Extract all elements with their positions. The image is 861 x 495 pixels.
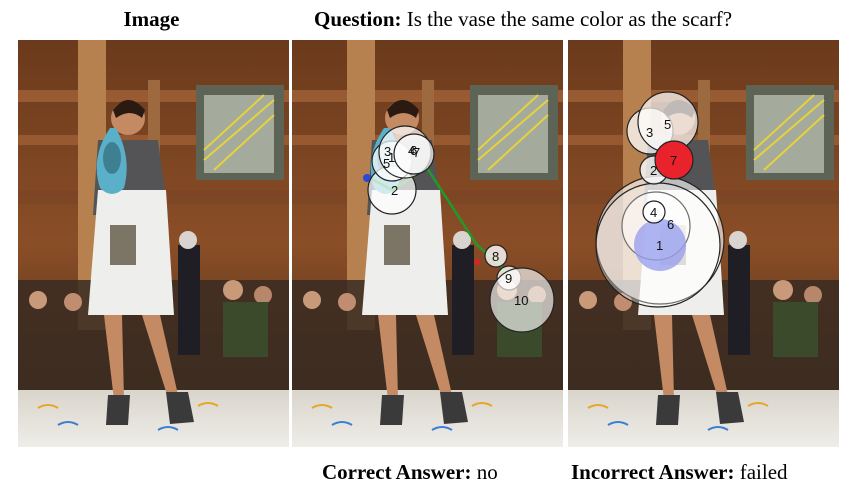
incorrect-answer-value: failed xyxy=(734,460,788,484)
question-label: Question: xyxy=(314,7,402,31)
glimpse-label-7: 7 xyxy=(413,145,420,160)
question-heading: Question: Is the vase the same color as … xyxy=(314,6,732,32)
scene-photo xyxy=(18,40,289,447)
attention-panel-correct: 1 2 3 4 5 6 7 8 9 10 xyxy=(292,40,563,447)
correct-answer-value: no xyxy=(471,460,498,484)
glimpse-label-5: 5 xyxy=(383,156,390,171)
glimpse-label-8: 8 xyxy=(492,249,499,264)
incorrect-answer-label: Incorrect Answer: xyxy=(571,460,735,484)
incorrect-answer-caption: Incorrect Answer: failed xyxy=(571,459,788,485)
question-text: Is the vase the same color as the scarf? xyxy=(401,7,733,31)
glimpse-label-9: 9 xyxy=(505,271,512,286)
glimpse-label-3: 3 xyxy=(646,125,653,140)
glimpse-label-4: 4 xyxy=(650,205,657,220)
glimpse-label-6: 6 xyxy=(667,217,674,232)
scene-photo-with-attention-incorrect: 1 2 3 4 5 6 7 xyxy=(568,40,839,447)
glimpse-label-2: 2 xyxy=(650,163,657,178)
glimpse-label-5: 5 xyxy=(664,117,671,132)
glimpse-label-10: 10 xyxy=(514,293,528,308)
correct-answer-label: Correct Answer: xyxy=(322,460,472,484)
path-end-marker xyxy=(474,259,480,265)
correct-answer-caption: Correct Answer: no xyxy=(322,459,498,485)
image-column-title: Image xyxy=(123,7,180,31)
original-image-panel xyxy=(18,40,289,447)
scene-photo-with-attention: 1 2 3 4 5 6 7 8 9 10 xyxy=(292,40,563,447)
glimpse-label-2: 2 xyxy=(391,183,398,198)
glimpse-label-7: 7 xyxy=(670,153,677,168)
attention-panel-incorrect: 1 2 3 4 5 6 7 xyxy=(568,40,839,447)
glimpse-label-1: 1 xyxy=(656,238,663,253)
